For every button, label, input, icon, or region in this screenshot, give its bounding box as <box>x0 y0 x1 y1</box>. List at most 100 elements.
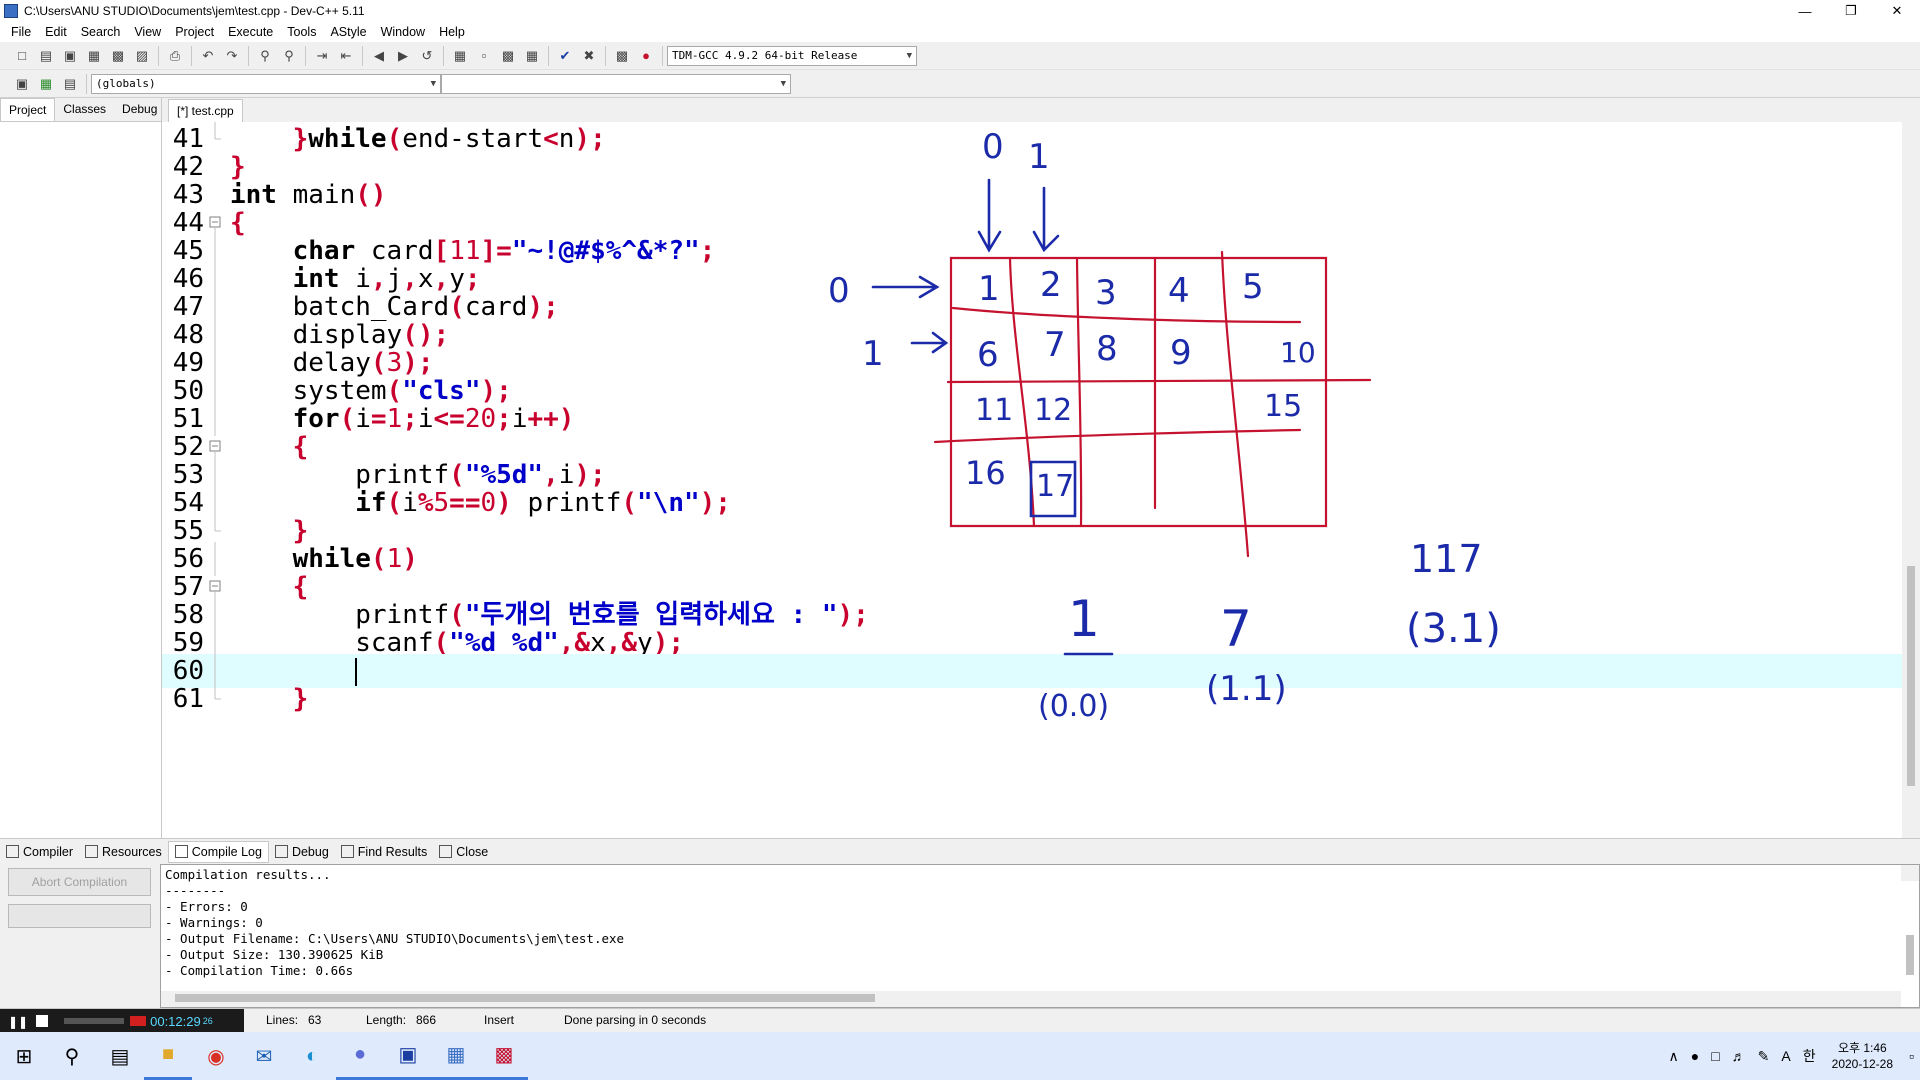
tab-resources[interactable]: Resources <box>79 845 168 859</box>
mail-icon[interactable]: ✉ <box>240 1032 288 1080</box>
log-line: - Output Filename: C:\Users\ANU STUDIO\D… <box>165 931 625 946</box>
scrollbar-thumb[interactable] <box>175 994 875 1002</box>
chevron-up-icon[interactable]: ∧ <box>1668 1048 1678 1065</box>
redo-icon[interactable]: ↷ <box>222 46 242 66</box>
tab-compiler[interactable]: Compiler <box>0 845 79 859</box>
menu-execute[interactable]: Execute <box>221 25 280 39</box>
run-icon[interactable]: ▫ <box>474 46 494 66</box>
recorder-taskbar-icon[interactable]: ▩ <box>480 1032 528 1080</box>
menu-view[interactable]: View <box>127 25 168 39</box>
scrollbar-thumb[interactable] <box>1906 935 1914 975</box>
rebuild-icon[interactable]: ▦ <box>522 46 542 66</box>
compile-icon[interactable]: ▦ <box>450 46 470 66</box>
language-indicator[interactable]: A <box>1781 1048 1790 1064</box>
scope-select[interactable]: (globals) ▼ <box>91 73 441 94</box>
bookmark-prev-icon[interactable]: ◀ <box>369 46 389 66</box>
compile-progress-bar <box>8 904 151 928</box>
debug-icon[interactable]: ● <box>636 46 656 66</box>
ime-indicator[interactable]: 한 <box>1803 1046 1816 1066</box>
whale-browser-icon[interactable]: ● <box>336 1032 384 1080</box>
task-view-icon[interactable]: ▤ <box>96 1032 144 1080</box>
save-all-icon[interactable]: ▦ <box>84 46 104 66</box>
close-file-icon[interactable]: ▩ <box>108 46 128 66</box>
restore-button[interactable]: ❐ <box>1828 0 1874 22</box>
unindent-icon[interactable]: ⇤ <box>336 46 356 66</box>
menu-astyle[interactable]: AStyle <box>323 25 373 39</box>
save-icon[interactable]: ▣ <box>60 46 80 66</box>
menu-file[interactable]: File <box>4 25 38 39</box>
menu-project[interactable]: Project <box>168 25 221 39</box>
screen-recorder-widget: ❚❚ 00:12:29 26 <box>0 1009 244 1033</box>
compile-run-icon[interactable]: ▩ <box>498 46 518 66</box>
compiler-select[interactable]: TDM-GCC 4.9.2 64-bit Release ▼ <box>667 45 917 66</box>
tab-find-results[interactable]: Find Results <box>335 845 433 859</box>
app-window-icon[interactable]: ▣ <box>384 1032 432 1080</box>
class-toolbar: ▣ ▦ ▤ (globals) ▼ ▼ <box>0 70 1920 98</box>
toggle-bookmark-icon[interactable]: ▦ <box>36 74 56 94</box>
chrome-icon[interactable]: ◉ <box>192 1032 240 1080</box>
code-line: 61 } <box>172 682 309 714</box>
microphone-icon[interactable]: ● <box>1691 1048 1699 1064</box>
recorder-frames: 26 <box>202 1016 213 1026</box>
tab-close[interactable]: Close <box>433 845 494 859</box>
status-mode: Insert <box>484 1013 515 1027</box>
code-area[interactable]: 41 }while(end-start<n); 42} 43 int main()… <box>162 122 1902 838</box>
tab-debug-bottom[interactable]: Debug <box>269 845 335 859</box>
function-select[interactable]: ▼ <box>441 73 791 94</box>
taskbar-clock[interactable]: 오후 1:46 2020-12-28 <box>1832 1040 1893 1072</box>
tab-classes[interactable]: Classes <box>55 98 114 121</box>
tab-test-cpp[interactable]: [*] test.cpp <box>168 99 243 122</box>
new-file-icon[interactable]: □ <box>12 46 32 66</box>
devcpp-taskbar-icon[interactable]: ▦ <box>432 1032 480 1080</box>
log-line: - Compilation Time: 0.66s <box>165 963 354 978</box>
minimize-button[interactable]: — <box>1782 0 1828 22</box>
stop-icon[interactable] <box>36 1015 49 1027</box>
tab-debug[interactable]: Debug <box>114 98 165 121</box>
pause-icon[interactable]: ❚❚ <box>8 1015 28 1029</box>
menu-help[interactable]: Help <box>432 25 472 39</box>
log-vertical-scrollbar[interactable] <box>1901 865 1919 975</box>
goto-bookmark-icon[interactable]: ▤ <box>60 74 80 94</box>
undo-icon[interactable]: ↶ <box>198 46 218 66</box>
editor-vertical-scrollbar[interactable] <box>1902 122 1920 838</box>
tab-compile-log[interactable]: Compile Log <box>167 840 269 863</box>
chevron-down-icon: ▼ <box>430 78 436 89</box>
check-syntax-icon[interactable]: ✔ <box>555 46 575 66</box>
close-button[interactable]: ✕ <box>1874 0 1920 22</box>
log-line: - Warnings: 0 <box>165 915 263 930</box>
menu-search[interactable]: Search <box>74 25 128 39</box>
insert-icon[interactable]: ▣ <box>12 74 32 94</box>
scrollbar-thumb[interactable] <box>1907 566 1915 786</box>
search-icon[interactable]: ⚲ <box>48 1032 96 1080</box>
pen-icon[interactable]: ✎ <box>1758 1048 1770 1065</box>
volume-icon[interactable]: ♬ <box>1732 1048 1746 1064</box>
log-horizontal-scrollbar[interactable] <box>161 991 1901 1007</box>
bookmark-next-icon[interactable]: ▶ <box>393 46 413 66</box>
tab-project[interactable]: Project <box>0 98 56 121</box>
find-icon[interactable]: ⚲ <box>255 46 275 66</box>
menu-window[interactable]: Window <box>374 25 432 39</box>
abort-compilation-button[interactable]: Abort Compilation <box>8 868 151 896</box>
indent-icon[interactable]: ⇥ <box>312 46 332 66</box>
main-toolbar: □ ▤ ▣ ▦ ▩ ▨ ⎙ ↶ ↷ ⚲ ⚲ ⇥ ⇤ ◀ ▶ ↺ ▦ ▫ ▩ ▦ … <box>0 42 1920 70</box>
menu-tools[interactable]: Tools <box>280 25 323 39</box>
chart-icon[interactable]: ▩ <box>612 46 632 66</box>
stop-icon[interactable]: ✖ <box>579 46 599 66</box>
log-line: - Output Size: 130.390625 KiB <box>165 947 384 962</box>
close-all-icon[interactable]: ▨ <box>132 46 152 66</box>
replace-icon[interactable]: ⚲ <box>279 46 299 66</box>
compile-controls: Abort Compilation <box>0 864 160 1008</box>
title-bar: C:\Users\ANU STUDIO\Documents\jem\test.c… <box>0 0 1920 22</box>
code-editor[interactable]: [*] test.cpp 41 }while(end-start<n); 42}… <box>162 98 1920 838</box>
open-file-icon[interactable]: ▤ <box>36 46 56 66</box>
print-icon[interactable]: ⎙ <box>165 46 185 66</box>
goto-line-icon[interactable]: ↺ <box>417 46 437 66</box>
notification-icon[interactable]: ▫ <box>1909 1048 1914 1064</box>
windows-start-icon[interactable]: ⊞ <box>0 1032 48 1080</box>
compile-log-output[interactable]: Compilation results... -------- - Errors… <box>160 864 1920 1008</box>
menu-edit[interactable]: Edit <box>38 25 74 39</box>
status-parse: Done parsing in 0 seconds <box>564 1013 707 1027</box>
edge-icon[interactable]: ◐ <box>288 1032 336 1080</box>
file-explorer-icon[interactable]: ■ <box>144 1032 192 1080</box>
network-icon[interactable]: □ <box>1711 1048 1719 1064</box>
